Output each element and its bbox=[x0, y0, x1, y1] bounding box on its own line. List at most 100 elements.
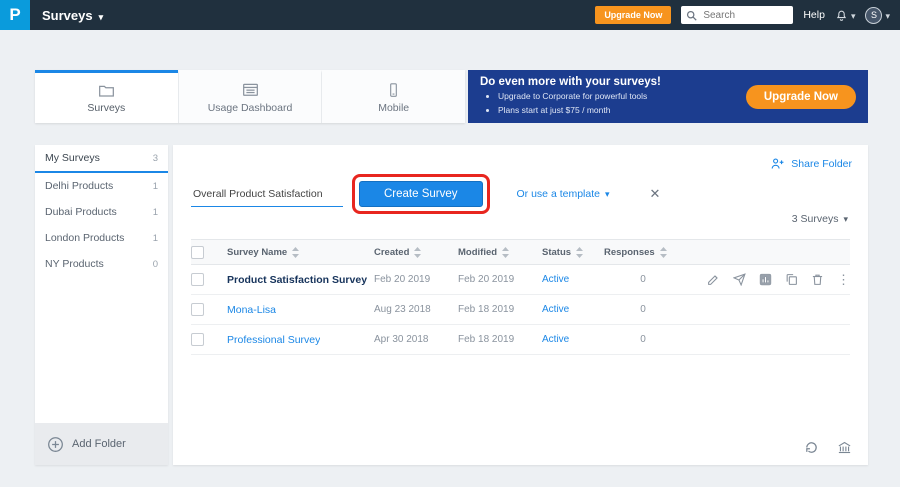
search-input[interactable] bbox=[701, 9, 788, 22]
search-box[interactable] bbox=[681, 6, 793, 24]
archive-button[interactable] bbox=[837, 440, 852, 455]
upgrade-now-button[interactable]: Upgrade Now bbox=[595, 6, 671, 24]
row-checkbox[interactable] bbox=[191, 273, 204, 286]
folders-sidebar: My Surveys 3 Delhi Products 1 Dubai Prod… bbox=[35, 145, 168, 465]
add-folder-label: Add Folder bbox=[72, 438, 126, 450]
folder-icon bbox=[98, 83, 115, 98]
surveys-panel: Share Folder Create Survey Or use a temp… bbox=[173, 145, 868, 465]
tab-surveys[interactable]: Surveys bbox=[35, 70, 178, 123]
row-checkbox[interactable] bbox=[191, 333, 204, 346]
chevron-down-icon bbox=[99, 8, 104, 23]
pencil-icon bbox=[707, 273, 720, 286]
folder-label: NY Products bbox=[45, 258, 104, 270]
more-options-icon[interactable] bbox=[837, 273, 850, 286]
modified-date: Feb 20 2019 bbox=[458, 274, 514, 285]
created-date: Feb 20 2019 bbox=[374, 274, 430, 285]
sort-icon bbox=[414, 247, 421, 258]
sort-icon bbox=[660, 247, 667, 258]
folder-count: 1 bbox=[153, 233, 158, 244]
tab-mobile[interactable]: Mobile bbox=[321, 70, 465, 123]
chevron-down-icon bbox=[605, 188, 610, 200]
surveys-menu[interactable]: Surveys bbox=[30, 8, 115, 23]
create-survey-row: Create Survey Or use a template bbox=[191, 181, 660, 207]
header-survey-name[interactable]: Survey Name bbox=[227, 247, 374, 258]
edit-button[interactable] bbox=[707, 273, 720, 286]
copy-icon bbox=[785, 273, 798, 286]
view-tabs: Surveys Usage Dashboard Mobile bbox=[35, 70, 465, 123]
created-date: Aug 23 2018 bbox=[374, 304, 431, 315]
bell-icon bbox=[835, 9, 848, 22]
responses-count: 0 bbox=[640, 274, 646, 285]
sort-icon bbox=[576, 247, 583, 258]
survey-name-link[interactable]: Mona-Lisa bbox=[227, 304, 276, 316]
sidebar-item-london-products[interactable]: London Products 1 bbox=[35, 225, 168, 251]
folder-count: 1 bbox=[153, 207, 158, 218]
surveys-menu-label: Surveys bbox=[42, 8, 93, 23]
share-folder-button[interactable]: Share Folder bbox=[770, 157, 852, 170]
use-template-label: Or use a template bbox=[517, 188, 600, 200]
help-link[interactable]: Help bbox=[803, 9, 825, 21]
chevron-down-icon bbox=[851, 6, 856, 24]
trash-icon bbox=[811, 273, 824, 286]
row-checkbox[interactable] bbox=[191, 303, 204, 316]
restore-button[interactable] bbox=[804, 440, 819, 455]
mobile-icon bbox=[386, 82, 401, 98]
share-folder-icon bbox=[770, 157, 785, 170]
banner-upgrade-button[interactable]: Upgrade Now bbox=[746, 85, 856, 109]
tab-label: Usage Dashboard bbox=[208, 102, 293, 114]
folder-count: 1 bbox=[153, 181, 158, 192]
dashboard-icon bbox=[242, 83, 259, 98]
avatar: S bbox=[865, 7, 882, 24]
tab-usage-dashboard[interactable]: Usage Dashboard bbox=[178, 70, 322, 123]
folder-label: Delhi Products bbox=[45, 180, 113, 192]
share-folder-label: Share Folder bbox=[791, 158, 852, 170]
add-folder-button[interactable]: Add Folder bbox=[35, 423, 168, 465]
sidebar-item-my-surveys[interactable]: My Surveys 3 bbox=[35, 145, 168, 173]
column-label: Modified bbox=[458, 247, 497, 258]
account-menu[interactable]: S bbox=[865, 6, 890, 24]
status-badge: Active bbox=[542, 334, 569, 345]
folder-label: My Surveys bbox=[45, 152, 100, 164]
create-survey-button-wrap: Create Survey bbox=[359, 181, 483, 207]
sidebar-item-delhi-products[interactable]: Delhi Products 1 bbox=[35, 173, 168, 199]
panel-footer-icons bbox=[804, 440, 852, 455]
send-button[interactable] bbox=[733, 273, 746, 286]
sidebar-item-ny-products[interactable]: NY Products 0 bbox=[35, 251, 168, 277]
chevron-down-icon bbox=[885, 6, 890, 24]
survey-name-link[interactable]: Professional Survey bbox=[227, 334, 320, 346]
folder-label: London Products bbox=[45, 232, 124, 244]
folder-count: 3 bbox=[153, 153, 158, 164]
column-label: Created bbox=[374, 247, 409, 258]
modified-date: Feb 18 2019 bbox=[458, 304, 514, 315]
close-icon[interactable] bbox=[650, 186, 661, 202]
promo-bullet: Plans start at just $75 / month bbox=[498, 104, 661, 117]
row-checkbox-cell bbox=[191, 273, 227, 286]
created-date: Apr 30 2018 bbox=[374, 334, 429, 345]
promo-banner-bullets: Upgrade to Corporate for powerful tools … bbox=[480, 90, 661, 116]
notifications-button[interactable] bbox=[835, 6, 856, 24]
table-row: Professional Survey Apr 30 2018 Feb 18 2… bbox=[191, 325, 850, 355]
header-created[interactable]: Created bbox=[374, 247, 458, 258]
header-status[interactable]: Status bbox=[542, 247, 604, 258]
create-survey-button[interactable]: Create Survey bbox=[359, 181, 483, 207]
row-checkbox-cell bbox=[191, 333, 227, 346]
delete-button[interactable] bbox=[811, 273, 824, 286]
use-template-dropdown[interactable]: Or use a template bbox=[517, 188, 610, 200]
app-screen: P Surveys Upgrade Now Help S bbox=[0, 0, 900, 487]
circle-plus-icon bbox=[47, 436, 64, 453]
survey-name-link[interactable]: Product Satisfaction Survey bbox=[227, 274, 367, 286]
surveys-count-dropdown[interactable]: 3 Surveys bbox=[792, 213, 848, 225]
bar-chart-icon bbox=[759, 273, 772, 286]
responses-count: 0 bbox=[640, 304, 646, 315]
table-row: Mona-Lisa Aug 23 2018 Feb 18 2019 Active… bbox=[191, 295, 850, 325]
header-responses[interactable]: Responses bbox=[604, 247, 682, 258]
topbar: P Surveys Upgrade Now Help S bbox=[0, 0, 900, 30]
modified-date: Feb 18 2019 bbox=[458, 334, 514, 345]
copy-button[interactable] bbox=[785, 273, 798, 286]
app-logo[interactable]: P bbox=[0, 0, 30, 30]
analytics-button[interactable] bbox=[759, 273, 772, 286]
header-modified[interactable]: Modified bbox=[458, 247, 542, 258]
sidebar-item-dubai-products[interactable]: Dubai Products 1 bbox=[35, 199, 168, 225]
select-all-checkbox[interactable] bbox=[191, 246, 204, 259]
survey-name-input[interactable] bbox=[191, 182, 343, 207]
